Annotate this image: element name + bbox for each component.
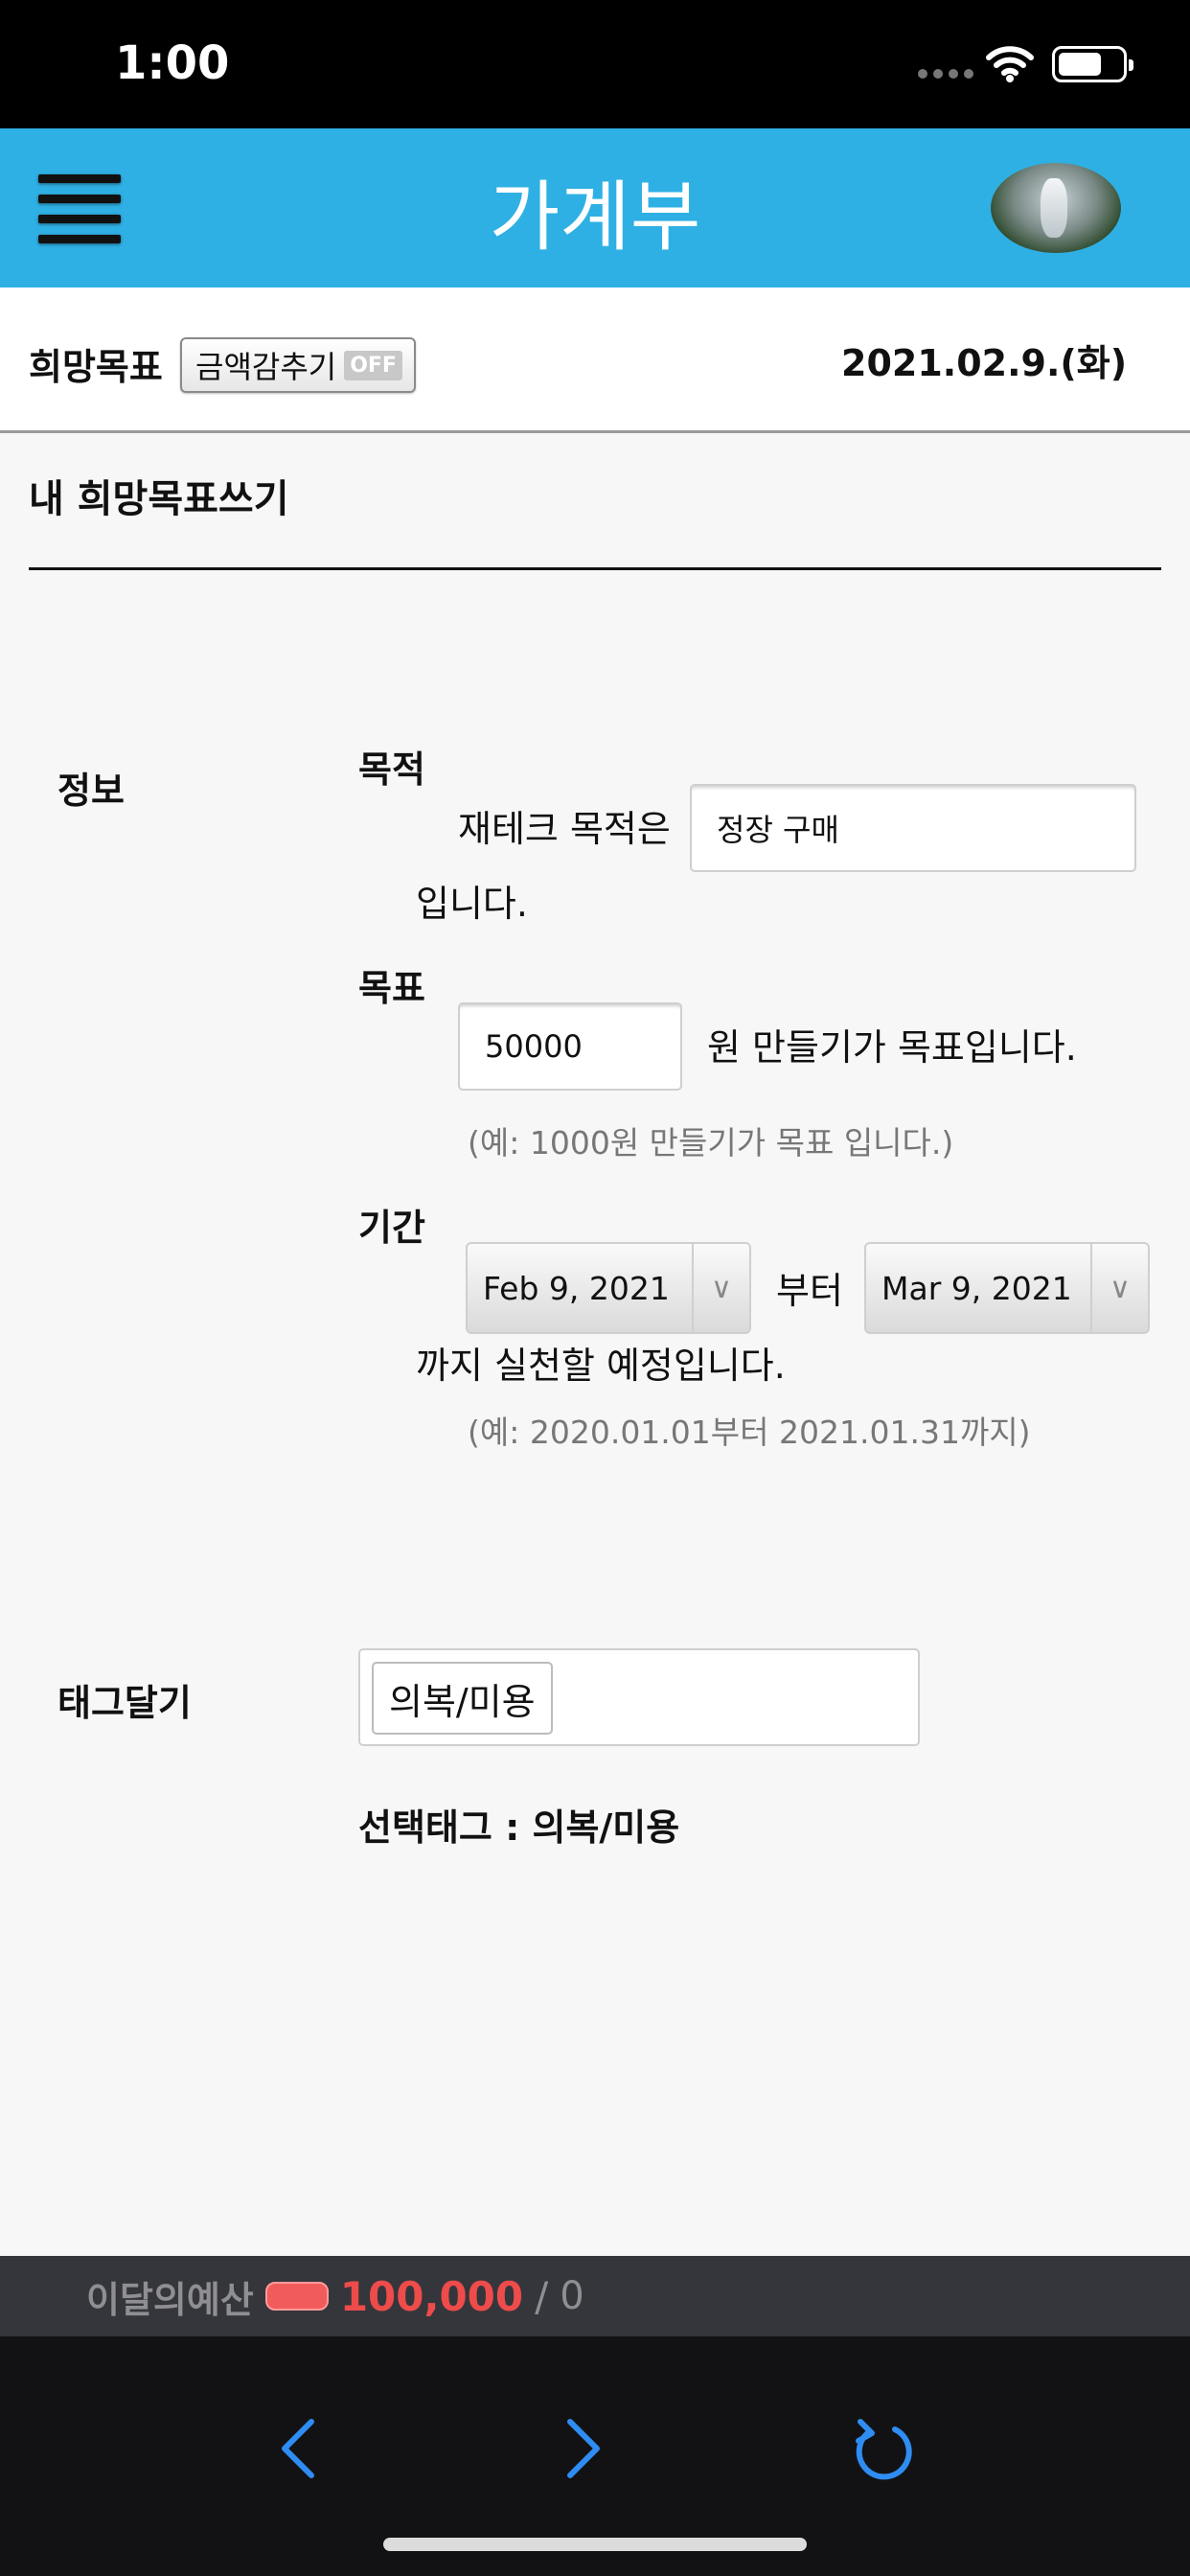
app-header: 가계부 (0, 128, 1190, 288)
back-button[interactable] (255, 2405, 341, 2492)
goal-label: 목표 (358, 967, 425, 1009)
tag-input-box[interactable]: 의복/미용 (358, 1648, 920, 1746)
status-time: 1:00 (115, 36, 230, 90)
battery-icon (1052, 46, 1133, 82)
hide-amount-toggle[interactable]: 금액감추기 OFF (180, 337, 416, 393)
period-hint: (예: 2020.01.01부터 2021.01.31까지) (468, 1414, 1031, 1451)
period-label: 기간 (358, 1207, 425, 1249)
top-bar: 희망목표 금액감추기 OFF 2021.02.9.(화) (0, 288, 1190, 433)
goal-amount-input[interactable]: 50000 (458, 1002, 682, 1091)
budget-separator: / (535, 2272, 549, 2320)
section-divider (29, 567, 1161, 570)
goal-suffix: 원 만들기가 목표입니다. (707, 1026, 1077, 1069)
chevron-right-icon (567, 2419, 600, 2478)
forward-button[interactable] (540, 2405, 627, 2492)
page-label: 희망목표 (29, 346, 163, 388)
signal-icon (918, 69, 973, 79)
end-date-select[interactable]: Mar 9, 2021 ∨ (864, 1242, 1150, 1334)
goal-hint: (예: 1000원 만들기가 목표 입니다.) (468, 1124, 954, 1162)
hide-amount-label: 금액감추기 (195, 349, 337, 385)
purpose-input[interactable]: 정장 구매 (690, 784, 1136, 872)
end-date-value: Mar 9, 2021 (881, 1269, 1072, 1307)
budget-amount: 100,000 (339, 2272, 524, 2320)
purpose-suffix: 입니다. (416, 883, 528, 925)
start-date-value: Feb 9, 2021 (483, 1269, 670, 1307)
budget-bar: 이달의예산 100,000 / 0 (0, 2256, 1190, 2336)
selected-tag-text: 선택태그 : 의복/미용 (358, 1806, 680, 1849)
reload-icon (856, 2419, 912, 2480)
chevron-down-icon: ∨ (1090, 1244, 1148, 1332)
chevron-down-icon: ∨ (692, 1244, 749, 1332)
current-date: 2021.02.9.(화) (841, 342, 1128, 384)
budget-label: 이달의예산 (86, 2278, 254, 2321)
wifi-icon (986, 46, 1034, 82)
off-badge: OFF (344, 350, 402, 380)
home-indicator (383, 2538, 807, 2551)
start-date-select[interactable]: Feb 9, 2021 ∨ (466, 1242, 751, 1334)
purpose-label: 목적 (358, 748, 425, 791)
period-from-text: 부터 (776, 1270, 843, 1312)
reload-button[interactable] (839, 2405, 926, 2492)
tags-label: 태그달기 (57, 1682, 192, 1724)
info-label: 정보 (57, 770, 125, 812)
chevron-left-icon (282, 2419, 314, 2478)
period-suffix: 까지 실천할 예정입니다. (416, 1345, 786, 1387)
section-title: 내 희망목표쓰기 (29, 477, 289, 521)
budget-used: 0 (560, 2274, 584, 2318)
status-bar: 1:00 (0, 0, 1190, 128)
avatar[interactable] (991, 163, 1121, 253)
purpose-prefix: 재테크 목적은 (458, 808, 671, 850)
tag-chip[interactable]: 의복/미용 (372, 1662, 553, 1735)
budget-indicator-icon (264, 2282, 329, 2311)
